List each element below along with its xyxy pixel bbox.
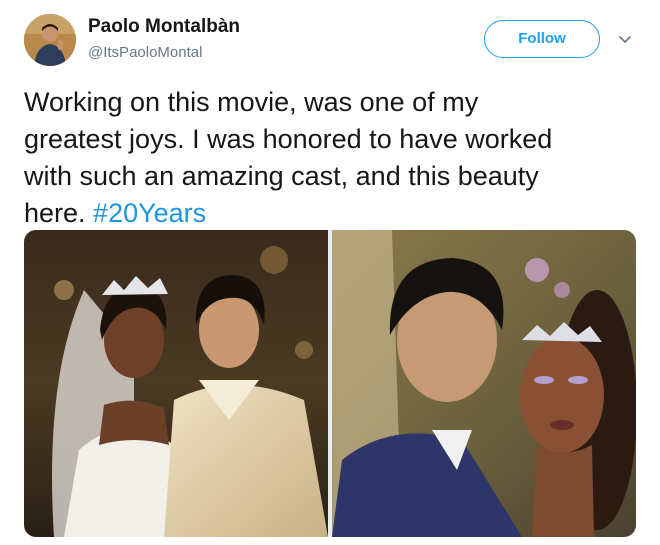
follow-button[interactable]: Follow <box>484 20 600 58</box>
display-name[interactable]: Paolo Montalbàn <box>88 15 240 39</box>
wedding-photo-image <box>24 230 328 537</box>
tweet-text-line: with such an amazing cast, and this beau… <box>24 161 539 191</box>
couple-photo-image <box>332 230 636 537</box>
photo-right[interactable] <box>332 230 636 537</box>
avatar-image <box>24 14 76 66</box>
tweet-card: Paolo Montalbàn @ItsPaoloMontal Follow W… <box>0 0 660 545</box>
media-grid <box>24 230 636 537</box>
tweet-text-line: Working on this movie, was one of my <box>24 87 479 117</box>
tweet-text: Working on this movie, was one of my gre… <box>24 84 644 232</box>
tweet-text-line-last: here. #20Years <box>24 195 644 232</box>
tweet-text-line: greatest joys. I was honored to have wor… <box>24 124 553 154</box>
tweet-text-segment: here. <box>24 198 94 228</box>
user-names: Paolo Montalbàn @ItsPaoloMontal <box>88 15 240 63</box>
chevron-down-icon[interactable] <box>616 30 634 48</box>
hashtag-link[interactable]: #20Years <box>93 198 206 228</box>
user-handle[interactable]: @ItsPaoloMontal <box>88 43 240 63</box>
photo-left[interactable] <box>24 230 328 537</box>
avatar[interactable] <box>24 14 76 66</box>
